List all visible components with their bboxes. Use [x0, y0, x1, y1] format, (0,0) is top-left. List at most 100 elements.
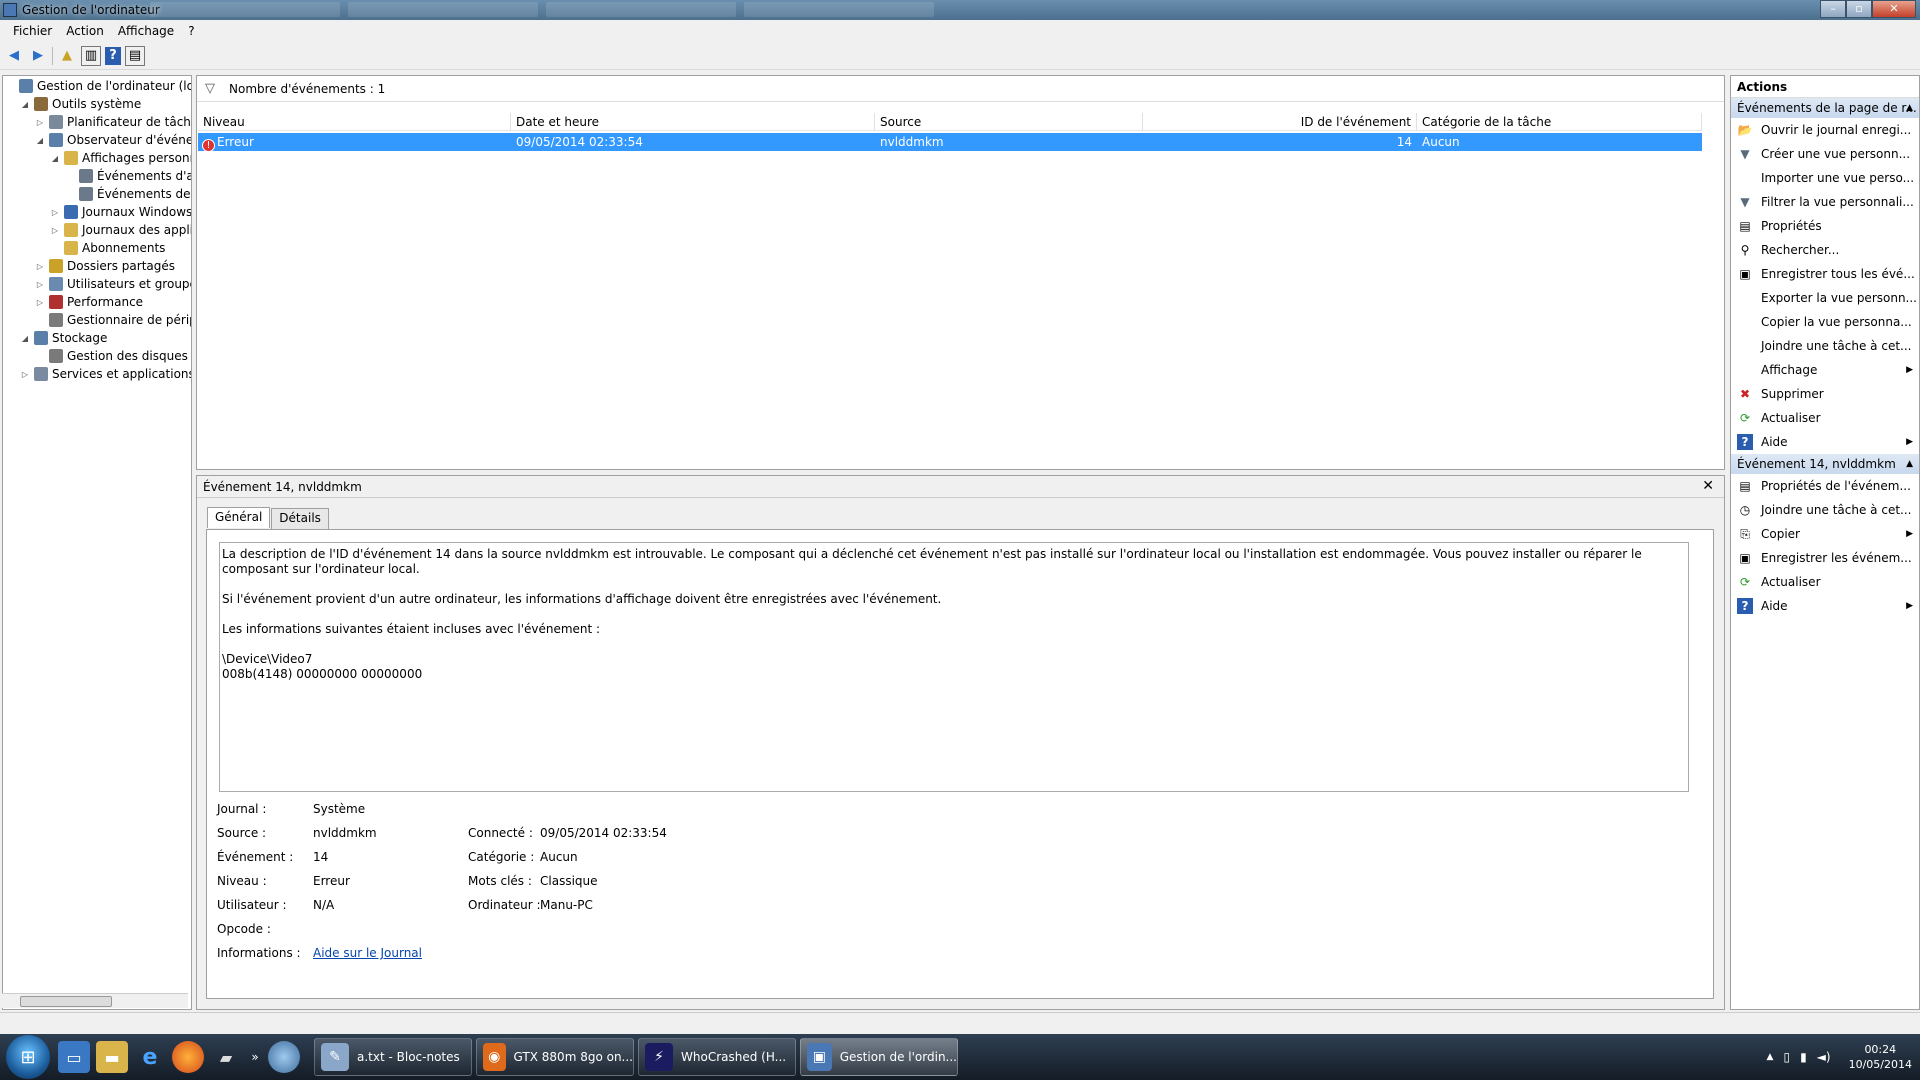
show-hidden-icons-icon[interactable]: ▲ — [1767, 1052, 1774, 1062]
action-item-label: Copier — [1761, 527, 1800, 541]
action-item[interactable]: ▤ Propriétés — [1731, 214, 1919, 238]
tree-expander-icon[interactable]: ▷ — [35, 298, 45, 307]
action-item[interactable]: ▼ Créer une vue personn... — [1731, 142, 1919, 166]
tree-item[interactable]: ▷ Dossiers partagés — [35, 257, 175, 275]
action-item-label: Enregistrer les événem... — [1761, 551, 1912, 565]
overflow-chevron-icon[interactable]: » — [248, 1041, 262, 1073]
start-button[interactable]: ⊞ — [6, 1035, 50, 1079]
scrollbar-thumb[interactable] — [20, 996, 112, 1007]
taskbar-button[interactable]: ✎ a.txt - Bloc-notes — [314, 1038, 472, 1076]
action-item[interactable]: Exporter la vue personn... — [1731, 286, 1919, 310]
action-item[interactable]: ? Aide ▶ — [1731, 430, 1919, 454]
app-shortcut-icon[interactable] — [268, 1041, 300, 1073]
tree-item[interactable]: Événements d'a — [65, 167, 191, 185]
tree-item[interactable]: ▷ Journaux des applic — [50, 221, 191, 239]
menu-help[interactable]: ? — [181, 24, 201, 38]
tab-details[interactable]: Détails — [271, 508, 329, 529]
tree-item[interactable]: ◢ Affichages personna — [50, 149, 191, 167]
action-item-label: Exporter la vue personn... — [1761, 291, 1917, 305]
show-hide-tree-icon[interactable]: ▥ — [81, 45, 101, 66]
action-item[interactable]: Importer une vue perso... — [1731, 166, 1919, 190]
tree-item[interactable]: Gestion des disques — [35, 347, 188, 365]
tab-general[interactable]: Général — [207, 507, 271, 528]
tree-expander-icon[interactable]: ◢ — [35, 136, 45, 145]
menu-action[interactable]: Action — [59, 24, 111, 38]
column-header-category[interactable]: Catégorie de la tâche — [1417, 113, 1702, 130]
tree-expander-icon[interactable]: ▷ — [35, 280, 45, 289]
action-item[interactable]: ◷ Joindre une tâche à cet... — [1731, 498, 1919, 522]
column-header-source[interactable]: Source — [875, 113, 1143, 130]
firefox-icon[interactable] — [172, 1041, 204, 1073]
column-header-date[interactable]: Date et heure — [511, 113, 875, 130]
tree-horizontal-scrollbar[interactable] — [2, 993, 188, 1008]
tree-item[interactable]: ▷ Services et applications — [20, 365, 191, 383]
tree-expander-icon[interactable]: ▷ — [35, 262, 45, 271]
maximize-button[interactable]: ▫ — [1846, 0, 1872, 18]
tree-item[interactable]: ◢ Outils système — [20, 95, 141, 113]
internet-explorer-icon[interactable]: e — [134, 1041, 166, 1073]
taskbar-button[interactable]: ⚡ WhoCrashed (H... — [638, 1038, 796, 1076]
taskbar-button[interactable]: ◉ GTX 880m 8go on... — [476, 1038, 634, 1076]
network-signal-icon[interactable]: ▮ — [1800, 1050, 1807, 1064]
tree-expander-icon[interactable]: ▷ — [20, 370, 30, 379]
scanner-icon[interactable]: ▰ — [210, 1041, 242, 1073]
tree-item[interactable]: ▷ Performance — [35, 293, 143, 311]
action-item[interactable]: ⎘ Copier ▶ — [1731, 522, 1919, 546]
close-detail-icon[interactable]: ✕ — [1702, 478, 1714, 494]
action-item[interactable]: ▼ Filtrer la vue personnali... — [1731, 190, 1919, 214]
title-bar: Gestion de l'ordinateur – ▫ ✕ — [0, 0, 1920, 20]
tree-item[interactable]: ▷ Planificateur de tâches — [35, 113, 191, 131]
tree-item[interactable]: ◢ Stockage — [20, 329, 107, 347]
clock[interactable]: 00:24 10/05/2014 — [1849, 1042, 1912, 1072]
action-item[interactable]: ⟳ Actualiser — [1731, 406, 1919, 430]
column-header-event-id[interactable]: ID de l'événement — [1143, 113, 1417, 130]
tree-item[interactable]: Événements de l — [65, 185, 191, 203]
tree-item[interactable]: Gestion de l'ordinateur (local) — [5, 77, 191, 95]
action-item[interactable]: Joindre une tâche à cet... — [1731, 334, 1919, 358]
taskbar-button[interactable]: ▣ Gestion de l'ordin... — [800, 1038, 958, 1076]
action-item[interactable]: 📂 Ouvrir le journal enregi... — [1731, 118, 1919, 142]
tree-expander-icon[interactable]: ◢ — [50, 154, 60, 163]
event-description[interactable]: La description de l'ID d'événement 14 da… — [219, 542, 1689, 792]
table-row[interactable]: ! Erreur 09/05/2014 02:33:54 nvlddmkm 14 … — [198, 133, 1702, 152]
close-window-button[interactable]: ✕ — [1872, 0, 1916, 18]
action-item[interactable]: ⟳ Actualiser — [1731, 570, 1919, 594]
volume-icon[interactable]: ◄) — [1817, 1050, 1831, 1064]
tree-expander-icon[interactable]: ▷ — [35, 118, 45, 127]
collapse-arrow-icon[interactable]: ▲ — [1906, 454, 1913, 474]
menu-fichier[interactable]: Fichier — [6, 24, 59, 38]
device-icon[interactable]: ▯ — [1783, 1050, 1790, 1064]
action-item[interactable]: ▤ Propriétés de l'événem... — [1731, 474, 1919, 498]
action-item[interactable]: Copier la vue personna... — [1731, 310, 1919, 334]
action-item[interactable]: ▣ Enregistrer tous les évé... — [1731, 262, 1919, 286]
explorer-folder-icon[interactable]: ▬ — [96, 1041, 128, 1073]
tree-item[interactable]: ◢ Observateur d'événeme — [35, 131, 191, 149]
help-icon[interactable]: ? — [105, 46, 121, 65]
help-log-link[interactable]: Aide sur le Journal — [313, 946, 422, 964]
forward-arrow-icon[interactable]: ▶ — [28, 46, 48, 66]
tree-item[interactable]: Gestionnaire de périphé — [35, 311, 191, 329]
tree-item[interactable]: Abonnements — [50, 239, 165, 257]
column-header-niveau[interactable]: Niveau — [198, 113, 511, 130]
tree-item[interactable]: ▷ Utilisateurs et groupes l — [35, 275, 191, 293]
tree-expander-icon[interactable]: ◢ — [20, 100, 30, 109]
collapse-arrow-icon[interactable]: ▲ — [1906, 98, 1913, 118]
back-arrow-icon[interactable]: ◀ — [4, 46, 24, 66]
tree-node-icon — [49, 349, 63, 363]
show-desktop-icon[interactable]: ▭ — [58, 1041, 90, 1073]
action-item[interactable]: Affichage ▶ — [1731, 358, 1919, 382]
tree-expander-icon[interactable]: ▷ — [50, 226, 60, 235]
action-item[interactable]: ? Aide ▶ — [1731, 594, 1919, 618]
action-item[interactable]: ✖ Supprimer — [1731, 382, 1919, 406]
minimize-button[interactable]: – — [1820, 0, 1846, 18]
show-hide-action-pane-icon[interactable]: ▤ — [125, 45, 145, 66]
actions-section-event[interactable]: Événement 14, nvlddmkm ▲ — [1731, 454, 1919, 474]
action-item[interactable]: ▣ Enregistrer les événem... — [1731, 546, 1919, 570]
tree-item[interactable]: ▷ Journaux Windows — [50, 203, 191, 221]
actions-section-view[interactable]: Événements de la page de r... ▲ — [1731, 98, 1919, 118]
up-folder-icon[interactable]: ▲ — [57, 46, 77, 66]
action-item[interactable]: ⚲ Rechercher... — [1731, 238, 1919, 262]
menu-affichage[interactable]: Affichage — [111, 24, 181, 38]
tree-expander-icon[interactable]: ◢ — [20, 334, 30, 343]
tree-expander-icon[interactable]: ▷ — [50, 208, 60, 217]
